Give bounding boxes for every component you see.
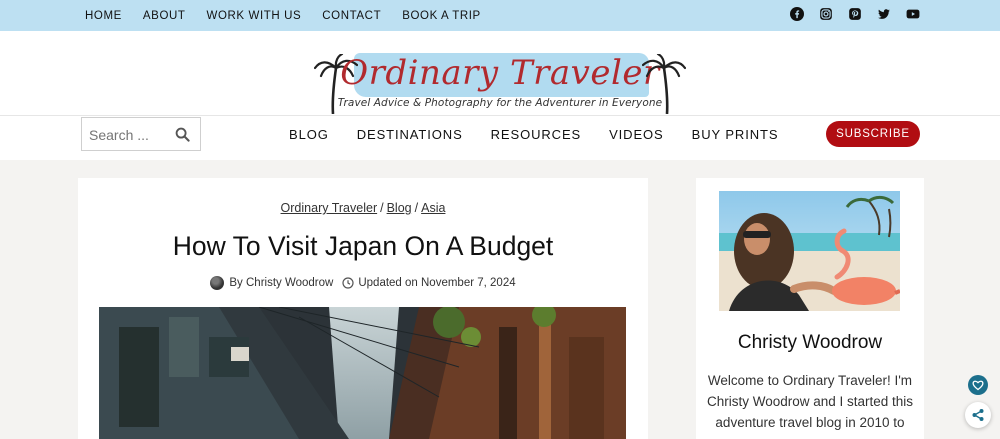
breadcrumb-separator: /: [380, 201, 384, 215]
top-nav-book-a-trip[interactable]: BOOK A TRIP: [402, 10, 481, 22]
top-nav-about[interactable]: ABOUT: [143, 10, 186, 22]
youtube-icon[interactable]: [906, 7, 920, 21]
breadcrumb-asia[interactable]: Asia: [421, 201, 445, 215]
site-logo[interactable]: Ordinary Traveler Travel Advice & Photog…: [314, 51, 686, 114]
top-nav-work-with-us[interactable]: WORK WITH US: [207, 10, 302, 22]
main-nav-destinations[interactable]: DESTINATIONS: [357, 127, 463, 142]
author-name: Christy Woodrow: [737, 332, 883, 353]
updated-date: Updated on November 7, 2024: [358, 277, 516, 289]
breadcrumb-separator: /: [414, 201, 419, 215]
heart-icon: [972, 380, 984, 391]
top-nav-contact[interactable]: CONTACT: [322, 10, 381, 22]
top-bar: HOME ABOUT WORK WITH US CONTACT BOOK A T…: [0, 0, 1000, 31]
facebook-icon[interactable]: [790, 7, 804, 21]
article-meta: By Christy Woodrow Updated on November 7…: [78, 276, 648, 290]
save-heart-button[interactable]: [968, 375, 988, 395]
logo-title: Ordinary Traveler: [340, 53, 660, 93]
main-nav-videos[interactable]: VIDEOS: [609, 127, 664, 142]
breadcrumb-home[interactable]: Ordinary Traveler: [281, 201, 378, 215]
main-nav-bar: BLOG DESTINATIONS RESOURCES VIDEOS BUY P…: [0, 115, 1000, 160]
social-links: [790, 7, 920, 21]
search-input[interactable]: [89, 125, 169, 145]
share-icon: [972, 409, 984, 421]
author-link[interactable]: By Christy Woodrow: [229, 277, 333, 289]
instagram-icon[interactable]: [819, 7, 833, 21]
article-card: Ordinary Traveler / Blog / Asia How To Visit…: [78, 178, 648, 439]
main-nav: BLOG DESTINATIONS RESOURCES VIDEOS BUY P…: [289, 116, 806, 152]
clock-icon: [342, 277, 354, 289]
author-photo: [719, 191, 900, 311]
twitter-icon[interactable]: [877, 7, 891, 21]
author-bio: Welcome to Ordinary Traveler! I'm Christ…: [706, 373, 914, 430]
hero-image: [99, 307, 626, 439]
breadcrumb-blog[interactable]: Blog: [387, 201, 412, 215]
main-nav-blog[interactable]: BLOG: [289, 127, 329, 142]
pinterest-icon[interactable]: [848, 7, 862, 21]
search-icon[interactable]: [175, 127, 190, 142]
breadcrumb: Ordinary Traveler / Blog / Asia: [78, 201, 648, 215]
palm-tree-icon: [642, 54, 686, 114]
logo-tagline: Travel Advice & Photography for the Adve…: [337, 97, 663, 109]
top-nav-home[interactable]: HOME: [85, 10, 122, 22]
main-nav-resources[interactable]: RESOURCES: [491, 127, 581, 142]
subscribe-button[interactable]: SUBSCRIBE: [826, 121, 920, 147]
top-nav: HOME ABOUT WORK WITH US CONTACT BOOK A T…: [85, 0, 502, 31]
article-title: How To Visit Japan On A Budget: [172, 231, 554, 261]
author-avatar: [210, 276, 225, 290]
search-box: [81, 117, 201, 151]
main-nav-buy-prints[interactable]: BUY PRINTS: [692, 127, 779, 142]
author-sidebar: Christy Woodrow Welcome to Ordinary Trav…: [696, 178, 924, 439]
share-button[interactable]: [965, 402, 991, 428]
